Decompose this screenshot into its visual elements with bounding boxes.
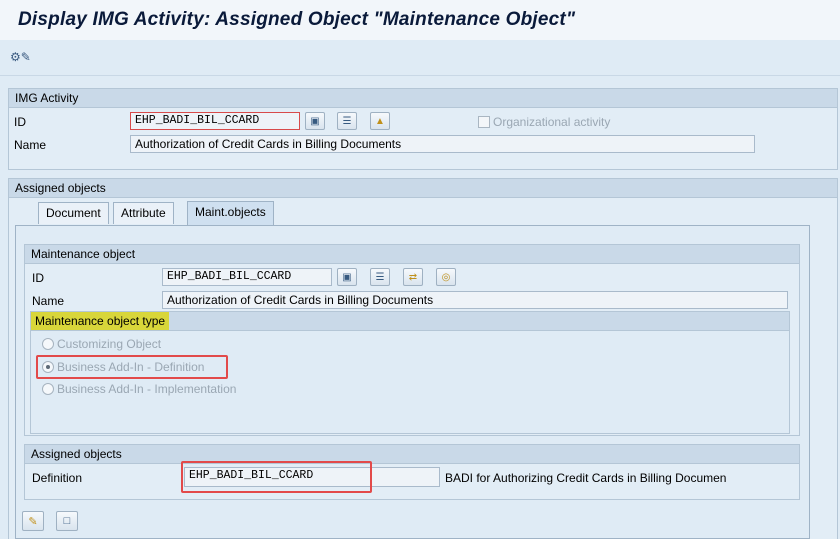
transport-icon[interactable]: ▲ — [370, 112, 390, 130]
tab-document[interactable]: Document — [38, 202, 109, 224]
img-id-label: ID — [14, 115, 26, 129]
radio-customizing-label: Customizing Object — [57, 337, 162, 351]
mo-list-icon[interactable]: ☰ — [370, 268, 390, 286]
display-change-icon[interactable]: ⚙✎ — [10, 50, 31, 66]
highlight-definition — [181, 461, 372, 493]
definition-description: BADI for Authorizing Credit Cards in Bil… — [445, 471, 727, 485]
img-id-field[interactable]: EHP_BADI_BIL_CCARD — [130, 112, 300, 130]
tab-maint-objects[interactable]: Maint.objects — [187, 201, 274, 225]
definition-label: Definition — [32, 471, 83, 485]
img-name-field[interactable]: Authorization of Credit Cards in Billing… — [130, 135, 755, 153]
where-used-icon[interactable]: ▣ — [305, 112, 325, 130]
tab-attribute[interactable]: Attribute — [113, 202, 174, 224]
assigned-objects-header: Assigned objects — [9, 179, 837, 198]
mo-id-field[interactable]: EHP_BADI_BIL_CCARD — [162, 268, 332, 286]
mo-name-label: Name — [32, 294, 65, 308]
radio-customizing-object[interactable] — [42, 338, 54, 350]
mo-navigate-icon[interactable]: ⇄ — [403, 268, 423, 286]
maintenance-object-header: Maintenance object — [25, 245, 799, 264]
img-activity-header: IMG Activity — [9, 89, 837, 108]
mo-name-field[interactable]: Authorization of Credit Cards in Billing… — [162, 291, 788, 309]
mo-type-title: Maintenance object type — [31, 312, 170, 330]
page-title: Display IMG Activity: Assigned Object "M… — [18, 9, 576, 30]
title-bar: Display IMG Activity: Assigned Object "M… — [0, 0, 840, 40]
mo-binoculars-icon[interactable]: ◎ — [436, 268, 456, 286]
radio-badi-implementation[interactable] — [42, 383, 54, 395]
assigned-section-header: Assigned objects — [25, 445, 799, 464]
highlight-badi-definition — [36, 355, 228, 379]
save-icon[interactable]: □ — [56, 511, 78, 531]
org-activity-label: Organizational activity — [493, 115, 611, 129]
mo-where-used-icon[interactable]: ▣ — [337, 268, 357, 286]
mo-id-label: ID — [32, 271, 44, 285]
display-change-button[interactable]: ✎ — [22, 511, 44, 531]
img-name-label: Name — [14, 138, 47, 152]
radio-badi-implementation-label: Business Add-In - Implementation — [57, 382, 237, 396]
toolbar: ⚙✎ — [0, 40, 840, 76]
org-activity-checkbox[interactable] — [478, 116, 490, 128]
list-icon[interactable]: ☰ — [337, 112, 357, 130]
mo-type-header: Maintenance object type — [31, 312, 789, 331]
